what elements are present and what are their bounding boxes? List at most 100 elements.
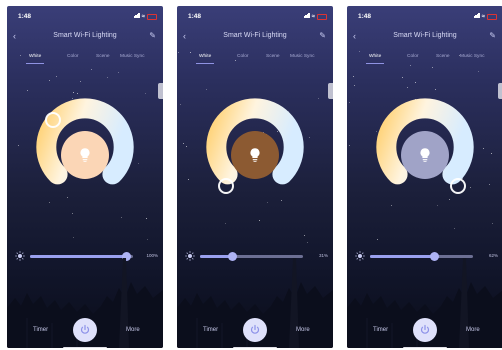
tab-music-sync[interactable]: Music Sync	[460, 54, 485, 59]
tab-color[interactable]: Color	[67, 54, 78, 59]
edit-pen-icon[interactable]: ✎	[489, 31, 496, 40]
home-indicator	[63, 347, 107, 348]
more-button[interactable]: More	[296, 327, 310, 333]
bulb-button[interactable]	[61, 131, 109, 179]
bottom-bar: Timer More	[347, 318, 502, 346]
back-chevron-icon[interactable]: ‹	[183, 31, 186, 41]
brightness-thumb[interactable]	[429, 252, 439, 261]
wheel-knob[interactable]	[450, 178, 466, 194]
more-button[interactable]: More	[126, 327, 140, 333]
battery-icon	[147, 13, 157, 20]
star	[67, 197, 68, 198]
star	[359, 51, 360, 52]
power-icon	[420, 324, 430, 334]
edit-pen-icon[interactable]: ✎	[319, 31, 326, 40]
star	[49, 80, 50, 81]
mode-tabs: White Color Scene Music Sync	[177, 54, 333, 66]
timer-button[interactable]: Timer	[33, 327, 48, 333]
star	[73, 237, 74, 238]
tab-white[interactable]: White	[29, 54, 41, 59]
phone-screen-3: 1:48 ≈ ‹ Smart Wi-Fi Lighting ✎ White Co…	[347, 6, 502, 348]
tab-white[interactable]: White	[199, 54, 211, 59]
status-icons: ≈	[303, 13, 327, 20]
more-button[interactable]: More	[466, 327, 480, 333]
star	[91, 69, 92, 70]
power-button[interactable]	[413, 318, 437, 342]
page-title: Smart Wi-Fi Lighting	[53, 32, 117, 39]
star	[318, 98, 319, 99]
brightness-track[interactable]	[200, 252, 303, 261]
star	[492, 223, 493, 224]
wheel-knob[interactable]	[218, 178, 234, 194]
app-header: ‹ Smart Wi-Fi Lighting ✎	[7, 31, 163, 46]
brightness-fill	[30, 255, 126, 258]
bulb-button[interactable]	[401, 131, 449, 179]
star	[377, 239, 378, 240]
back-chevron-icon[interactable]: ‹	[13, 31, 16, 41]
tab-color[interactable]: Color	[407, 54, 418, 59]
star	[183, 143, 184, 144]
status-time: 1:48	[358, 13, 372, 20]
power-icon	[80, 324, 90, 334]
bottom-bar: Timer More	[7, 318, 163, 346]
back-chevron-icon[interactable]: ‹	[353, 31, 356, 41]
mode-tabs: White Color Scene Music Sync	[347, 54, 502, 66]
tab-white[interactable]: White	[369, 54, 381, 59]
tab-color[interactable]: Color	[237, 54, 248, 59]
wifi-icon: ≈	[481, 13, 485, 20]
star	[454, 228, 455, 229]
app-header: ‹ Smart Wi-Fi Lighting ✎	[347, 31, 502, 46]
app-header: ‹ Smart Wi-Fi Lighting ✎	[177, 31, 333, 46]
timer-button[interactable]: Timer	[373, 327, 388, 333]
brightness-sun-icon	[185, 251, 195, 261]
bulb-button[interactable]	[231, 131, 279, 179]
star	[121, 217, 122, 218]
tab-scene[interactable]: Scene	[436, 54, 450, 59]
star	[437, 205, 438, 206]
star	[27, 90, 28, 91]
star	[73, 92, 74, 93]
signal-icon	[133, 13, 140, 20]
battery-icon	[487, 13, 497, 20]
phone-screen-1: 1:48 ≈ ‹ Smart Wi-Fi Lighting ✎ White Co…	[7, 6, 163, 348]
star	[118, 72, 119, 73]
star	[415, 82, 416, 83]
brightness-slider-row: 100%	[7, 250, 163, 262]
tab-scene[interactable]: Scene	[96, 54, 110, 59]
tab-scene[interactable]: Scene	[266, 54, 280, 59]
brightness-percent: 62%	[488, 253, 498, 258]
status-bar: 1:48 ≈	[7, 9, 163, 21]
status-time: 1:48	[188, 13, 202, 20]
star	[107, 77, 108, 78]
status-time: 1:48	[18, 13, 32, 20]
star	[353, 76, 354, 77]
star	[309, 137, 310, 138]
brightness-percent: 100%	[146, 253, 158, 258]
power-button[interactable]	[73, 318, 97, 342]
star	[349, 145, 350, 146]
timer-button[interactable]: Timer	[203, 327, 218, 333]
power-button[interactable]	[243, 318, 267, 342]
bottom-bar: Timer More	[177, 318, 333, 346]
brightness-sun-icon	[15, 251, 25, 261]
tab-music-sync[interactable]: Music Sync	[290, 54, 315, 59]
side-panel-handle[interactable]	[328, 83, 333, 99]
star	[147, 239, 148, 240]
tab-music-sync[interactable]: Music Sync	[120, 54, 145, 59]
star	[407, 87, 408, 88]
star	[349, 102, 350, 103]
status-icons: ≈	[473, 13, 497, 20]
signal-icon	[473, 13, 480, 20]
star	[56, 76, 57, 77]
power-icon	[250, 324, 260, 334]
edit-pen-icon[interactable]: ✎	[149, 31, 156, 40]
brightness-thumb[interactable]	[121, 252, 131, 261]
side-panel-handle[interactable]	[498, 83, 502, 99]
status-bar: 1:48 ≈	[177, 9, 333, 21]
side-panel-handle[interactable]	[158, 83, 163, 99]
brightness-track[interactable]	[370, 252, 473, 261]
brightness-thumb[interactable]	[227, 252, 237, 261]
star	[18, 145, 19, 146]
wheel-knob[interactable]	[45, 112, 61, 128]
brightness-track[interactable]	[30, 252, 133, 261]
